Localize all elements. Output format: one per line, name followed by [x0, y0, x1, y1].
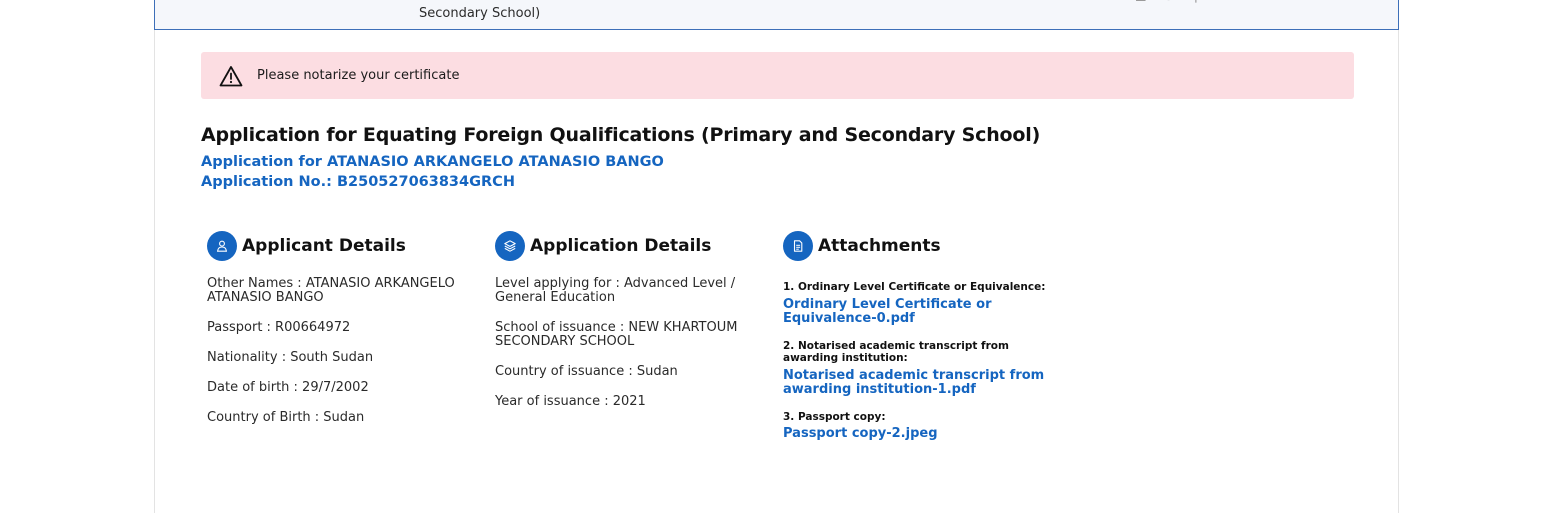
- detail-other-names: Other Names : ATANASIO ARKANGELO ATANASI…: [207, 276, 455, 305]
- detail-school: School of issuance : NEW KHARTOUM SECOND…: [495, 320, 738, 349]
- application-card: Please notarize your certificate Applica…: [154, 30, 1399, 513]
- detail-nationality: Nationality : South Sudan: [207, 350, 374, 365]
- attachment-label: 2. Notarised academic transcript from aw…: [783, 340, 1009, 364]
- header-icons: ☰ ↻ ⚲: [1135, 0, 1207, 4]
- detail-year-of-issuance: Year of issuance : 2021: [495, 394, 646, 409]
- user-icon: [207, 231, 237, 261]
- applicant-name-line: Application for ATANASIO ARKANGELO ATANA…: [201, 154, 664, 170]
- detail-date-of-birth: Date of birth : 29/7/2002: [207, 380, 369, 395]
- detail-country-of-issuance: Country of issuance : Sudan: [495, 364, 678, 379]
- attachment-label: 3. Passport copy:: [783, 411, 886, 423]
- layers-icon: [495, 231, 525, 261]
- detail-passport: Passport : R00664972: [207, 320, 351, 335]
- alert-message: Please notarize your certificate: [257, 68, 460, 83]
- refresh-icon[interactable]: ↻: [1163, 0, 1179, 4]
- attachments-section: Attachments 1. Ordinary Level Certificat…: [783, 231, 1058, 455]
- application-details-section: Application Details Level applying for :…: [495, 231, 757, 425]
- search-icon[interactable]: ⚲: [1191, 0, 1207, 4]
- attachment-item: 3. Passport copy: Passport copy-2.jpeg: [783, 411, 1058, 441]
- attachment-item: 2. Notarised academic transcript from aw…: [783, 340, 1058, 397]
- page-title: Application for Equating Foreign Qualifi…: [201, 124, 1041, 146]
- attachment-label: 1. Ordinary Level Certificate or Equival…: [783, 281, 1046, 293]
- applicant-details-section: Applicant Details Other Names : ATANASIO…: [207, 231, 477, 441]
- attachment-item: 1. Ordinary Level Certificate or Equival…: [783, 281, 1058, 326]
- detail-level: Level applying for : Advanced Level / Ge…: [495, 276, 736, 305]
- notarize-alert: Please notarize your certificate: [201, 52, 1354, 99]
- application-number: Application No.: B250527063834GRCH: [201, 174, 515, 190]
- header-title-tail: Secondary School): [419, 6, 541, 21]
- document-icon: [783, 231, 813, 261]
- attachment-link-certificate[interactable]: Ordinary Level Certificate or Equivalenc…: [783, 298, 1058, 326]
- detail-country-of-birth: Country of Birth : Sudan: [207, 410, 365, 425]
- application-details-heading: Application Details: [530, 236, 712, 256]
- attachment-link-passport[interactable]: Passport copy-2.jpeg: [783, 427, 1058, 441]
- attachments-heading: Attachments: [818, 236, 941, 256]
- menu-icon[interactable]: ☰: [1135, 0, 1151, 4]
- header-strip: Secondary School) ☰ ↻ ⚲: [154, 0, 1399, 30]
- applicant-details-heading: Applicant Details: [242, 236, 406, 256]
- warning-icon: [219, 65, 243, 86]
- attachment-link-transcript[interactable]: Notarised academic transcript from award…: [783, 369, 1058, 397]
